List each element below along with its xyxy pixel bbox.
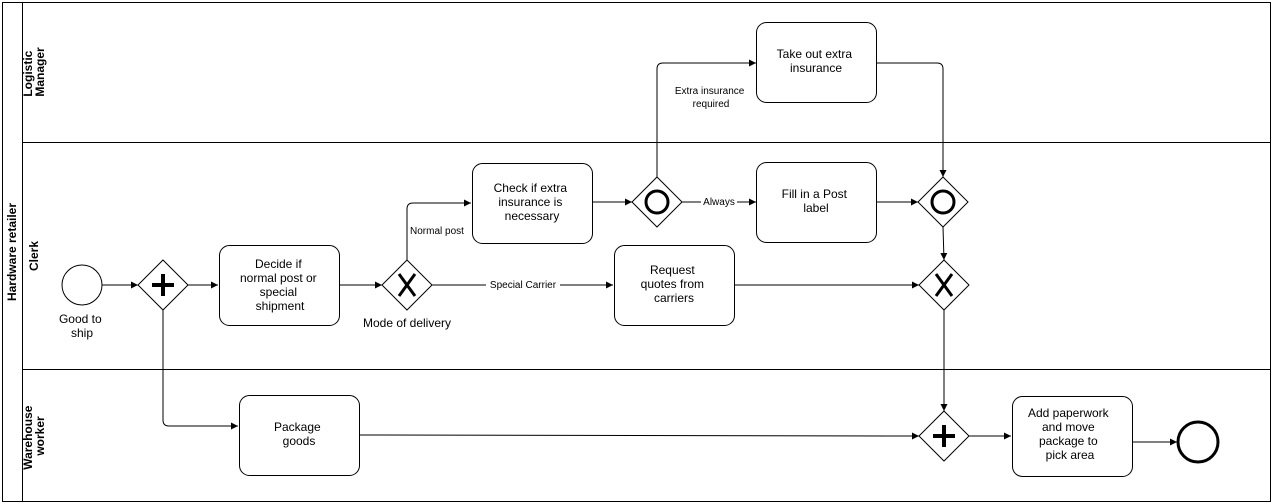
flow-label-always: Always bbox=[703, 197, 735, 208]
task-decide-shipment[interactable]: Decide if normal post or special shipmen… bbox=[219, 245, 340, 326]
lane-title-clerk: Clerk bbox=[27, 241, 41, 271]
flow-label-special-carrier: Special Carrier bbox=[490, 280, 557, 291]
gateway-mode-of-delivery-label: Mode of delivery bbox=[363, 316, 451, 330]
pool-title: Hardware retailer bbox=[5, 203, 19, 301]
bpmn-diagram: Hardware retailer Logistic Manager Clerk… bbox=[2, 2, 1271, 502]
lane-title-logistic-manager: Logistic Manager bbox=[21, 47, 47, 97]
task-label: Check if extra insurance is necessary bbox=[494, 181, 571, 223]
start-event-circle-icon[interactable] bbox=[61, 264, 103, 306]
flow-label-normal-post: Normal post bbox=[410, 226, 464, 237]
task-add-paperwork[interactable]: Add paperwork and move package to pick a… bbox=[1012, 396, 1133, 477]
task-check-extra-insurance[interactable]: Check if extra insurance is necessary bbox=[472, 163, 593, 244]
task-package-goods[interactable]: Package goods bbox=[239, 395, 360, 476]
end-event-circle-icon[interactable] bbox=[1176, 420, 1220, 464]
task-fill-post-label[interactable]: Fill in a Post label bbox=[756, 162, 877, 243]
end-event[interactable] bbox=[1176, 420, 1220, 464]
task-take-out-extra-insurance[interactable]: Take out extra insurance bbox=[756, 22, 877, 103]
task-request-quotes[interactable]: Request quotes from carriers bbox=[614, 245, 735, 326]
